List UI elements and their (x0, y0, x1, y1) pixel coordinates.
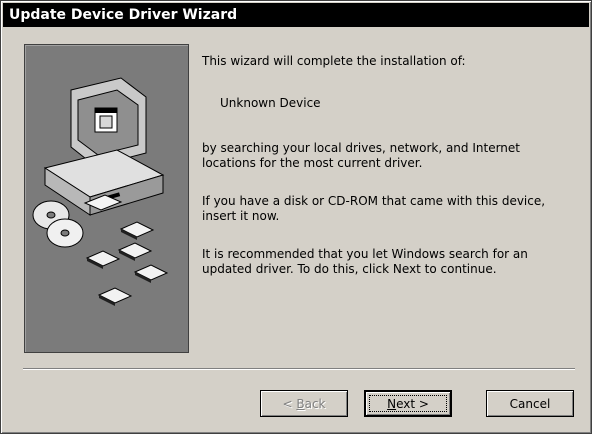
window-title: Update Device Driver Wizard (9, 7, 238, 23)
back-button[interactable]: < Back (260, 390, 348, 417)
cancel-button[interactable]: Cancel (486, 390, 574, 417)
focus-rect (369, 395, 447, 412)
wizard-window: Update Device Driver Wizard This wizard … (0, 0, 592, 434)
para3-line2: updated driver. To do this, click Next t… (202, 262, 497, 276)
computer-icon (32, 77, 169, 306)
para3-line1: It is recommended that you let Windows s… (202, 247, 528, 261)
cd-discs-icon (32, 200, 84, 248)
para2-line1: If you have a disk or CD-ROM that came w… (202, 194, 546, 208)
back-prefix: < (282, 397, 297, 411)
device-name: Unknown Device (220, 96, 321, 110)
next-button[interactable]: Next > (364, 390, 452, 417)
wizard-illustration (24, 44, 189, 353)
floppy-disk-icon (85, 221, 169, 306)
para2-line2: insert it now. (202, 209, 280, 223)
back-hotkey: B (296, 397, 305, 411)
para1-line2: locations for the most current driver. (202, 156, 423, 170)
intro-text: This wizard will complete the installati… (202, 54, 466, 68)
back-rest: ack (304, 397, 326, 411)
separator-highlight (23, 369, 575, 370)
para1-line1: by searching your local drives, network,… (202, 141, 520, 155)
title-bar[interactable]: Update Device Driver Wizard (3, 3, 589, 27)
